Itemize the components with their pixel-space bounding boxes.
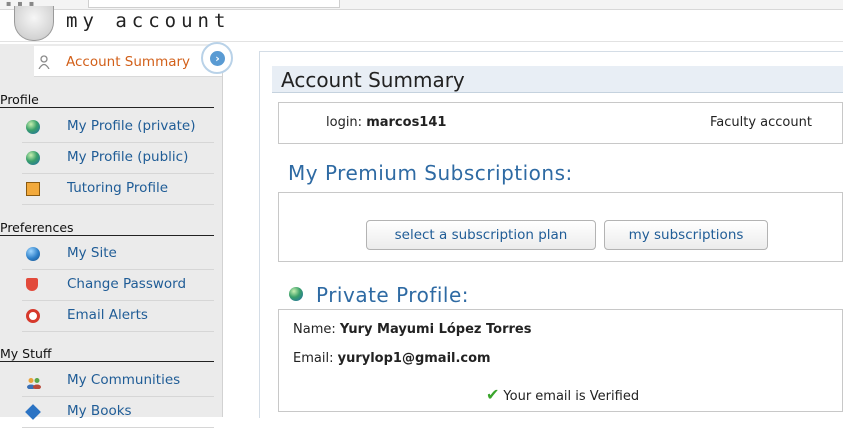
private-profile-heading: Private Profile: <box>316 283 470 307</box>
page-title: my account <box>66 10 231 32</box>
sidebar-section-preferences: Preferences <box>0 220 214 236</box>
name-value: Yury Mayumi López Torres <box>339 322 532 337</box>
sidebar-item-label: Email Alerts <box>67 307 148 323</box>
header-divider <box>0 41 843 42</box>
account-type: Faculty account <box>710 115 812 130</box>
sidebar-item-label: My Site <box>67 245 117 261</box>
globe-icon <box>26 247 40 261</box>
name-row: Name: Yury Mayumi López Torres <box>293 322 531 337</box>
sidebar-item-label: Tutoring Profile <box>67 180 168 196</box>
email-verified-status: ✔ Your email is Verified <box>486 385 639 404</box>
login-row: login: marcos141 <box>326 115 446 130</box>
globe-icon <box>289 287 303 301</box>
address-bar[interactable] <box>88 0 340 8</box>
sidebar-item-my-communities[interactable]: My Communities <box>22 366 214 397</box>
sidebar-item-label: My Communities <box>67 372 181 388</box>
name-label: Name: <box>293 322 336 337</box>
people-icon <box>26 374 42 393</box>
premium-subscriptions-heading: My Premium Subscriptions: <box>288 161 573 185</box>
email-label: Email: <box>293 351 334 366</box>
sidebar: Account Summary Profile My Profile (priv… <box>0 44 223 428</box>
private-profile-box: Name: Yury Mayumi López Torres Email: yu… <box>278 309 843 412</box>
collapse-sidebar-button[interactable]: › <box>201 42 233 74</box>
sidebar-item-label: Change Password <box>67 276 187 292</box>
sidebar-section-my-stuff: My Stuff <box>0 346 214 362</box>
login-info-box: login: marcos141 Faculty account <box>278 102 843 144</box>
sidebar-item-my-site[interactable]: My Site <box>22 239 214 270</box>
browser-toolbar: ▪▪▪ <box>0 0 843 10</box>
person-icon <box>38 54 50 73</box>
verified-text: Your email is Verified <box>503 389 640 404</box>
sidebar-item-tutoring-profile[interactable]: Tutoring Profile <box>22 174 214 205</box>
email-value: yurylop1@gmail.com <box>337 351 491 366</box>
user-avatar <box>14 6 54 41</box>
my-subscriptions-button[interactable]: my subscriptions <box>604 220 768 250</box>
select-subscription-plan-button[interactable]: select a subscription plan <box>366 220 596 250</box>
checkmark-icon: ✔ <box>486 385 500 404</box>
sidebar-section-profile: Profile <box>0 92 214 108</box>
email-row: Email: yurylop1@gmail.com <box>293 351 491 366</box>
login-label: login: <box>326 115 363 130</box>
clock-icon <box>26 309 40 323</box>
sidebar-item-my-profile-private[interactable]: My Profile (private) <box>22 112 214 143</box>
sidebar-item-change-password[interactable]: Change Password <box>22 270 214 301</box>
sidebar-item-label: My Profile (private) <box>67 118 196 134</box>
sidebar-item-account-summary[interactable]: Account Summary <box>34 46 222 77</box>
sidebar-item-my-profile-public[interactable]: My Profile (public) <box>22 143 214 174</box>
globe-icon <box>26 120 40 134</box>
chevron-right-icon: › <box>210 51 225 66</box>
sidebar-item-label: My Profile (public) <box>67 149 189 165</box>
shield-icon <box>26 278 38 291</box>
sidebar-item-my-books[interactable]: My Books <box>22 397 214 428</box>
card-icon <box>26 182 40 196</box>
sidebar-item-email-alerts[interactable]: Email Alerts <box>22 301 214 332</box>
account-summary-title: Account Summary <box>272 66 843 93</box>
globe-icon <box>26 151 40 165</box>
login-value: marcos141 <box>366 115 447 130</box>
sidebar-item-label: Account Summary <box>66 54 191 70</box>
